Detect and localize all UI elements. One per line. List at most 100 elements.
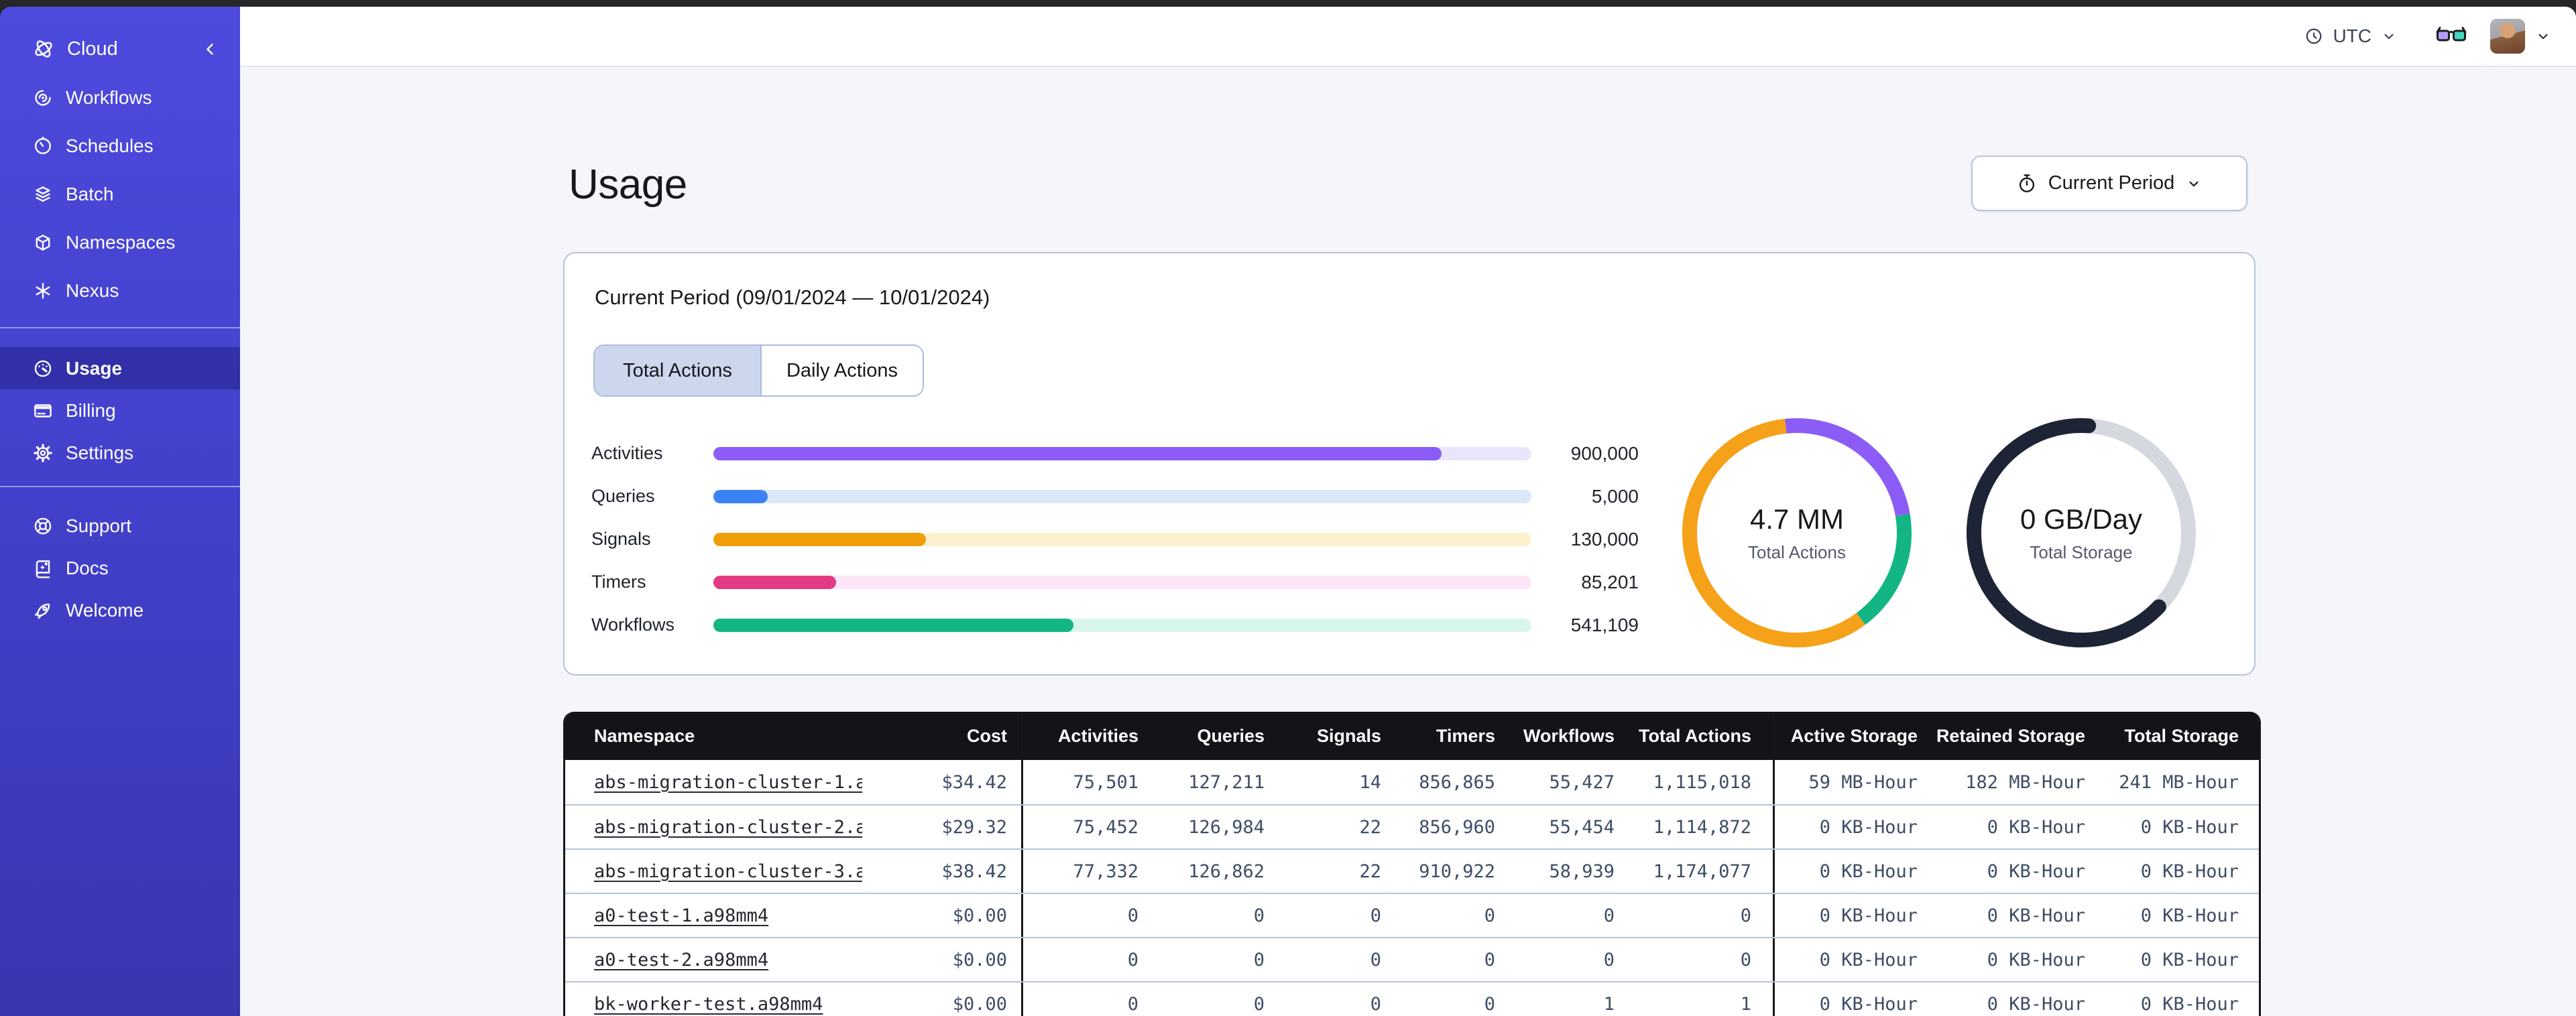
cell-namespace: a0-test-2.a98mm4 xyxy=(565,938,862,981)
column-header-cost: Cost xyxy=(862,712,1023,760)
bar-label: Activities xyxy=(591,443,663,463)
usage-bar-row-signals: Signals 130,000 xyxy=(565,528,1664,551)
cell-timers: 0 xyxy=(1484,993,1495,1015)
cell-total_storage: 0 KB-Hour xyxy=(2140,993,2239,1015)
cell-total_storage: 0 KB-Hour xyxy=(2140,816,2239,838)
column-header-active_storage: Active Storage xyxy=(1790,725,1918,746)
bar-track xyxy=(713,576,1531,589)
sidebar-item-support[interactable]: Support xyxy=(0,505,240,547)
table-row: a0-test-2.a98mm4 $0.00 0 0 0 0 0 0 0 KB-Hour 0 KB… xyxy=(565,937,2259,981)
cell-active_storage: 0 KB-Hour xyxy=(1819,816,1918,838)
sidebar: Cloud Workflows Schedules Batch Namespac… xyxy=(0,7,240,1016)
period-selector-button[interactable]: Current Period xyxy=(1971,155,2247,211)
cell-signals: 14 xyxy=(1359,771,1381,793)
sidebar-item-label: Batch xyxy=(66,184,114,204)
cell-retained_storage: 0 KB-Hour xyxy=(1987,949,2085,970)
namespace-link[interactable]: abs-migration-cluster-3.a98mm4 xyxy=(594,861,862,882)
timezone-selector[interactable]: UTC xyxy=(2304,25,2398,47)
sidebar-brand[interactable]: Cloud xyxy=(0,7,240,74)
cell-timers: 910,922 xyxy=(1419,861,1495,882)
cell-workflows: 55,427 xyxy=(1549,771,1615,793)
cell-workflows: 0 xyxy=(1603,949,1615,970)
cell-total_storage: 0 KB-Hour xyxy=(2140,861,2239,882)
cell-retained_storage: 0 KB-Hour xyxy=(1987,993,2085,1015)
table-header-row: Namespace Cost Activities Queries Signals Tim… xyxy=(565,712,2259,760)
column-header-total_actions: Total Actions xyxy=(1616,712,1775,760)
sidebar-item-label: Usage xyxy=(66,357,123,379)
bar-track xyxy=(713,490,1531,503)
sidebar-item-usage[interactable]: Usage xyxy=(0,347,240,389)
bar-fill xyxy=(713,619,1073,632)
nexus-icon xyxy=(32,279,54,302)
clock-icon xyxy=(2304,26,2324,46)
tab-daily-actions[interactable]: Daily Actions xyxy=(760,346,923,395)
usage-bar-row-workflows: Workflows 541,109 xyxy=(565,614,1664,637)
namespace-link[interactable]: a0-test-2.a98mm4 xyxy=(594,950,768,970)
user-avatar[interactable] xyxy=(2490,19,2525,54)
bar-label: Queries xyxy=(591,486,655,506)
cell-retained_storage: 0 KB-Hour xyxy=(1987,861,2085,882)
namespace-link[interactable]: abs-migration-cluster-1.a98mm4 xyxy=(594,772,862,793)
main-area: UTC Usage Current Period Current Period … xyxy=(240,7,2576,1016)
cell-activities: 75,501 xyxy=(1073,771,1138,793)
donut-value: 4.7 MM xyxy=(1749,503,1845,535)
usage-bar-row-timers: Timers 85,201 xyxy=(565,571,1664,594)
namespace-link[interactable]: abs-migration-cluster-2.a98mm4 xyxy=(594,817,862,838)
usage-icon xyxy=(32,357,54,380)
sidebar-item-label: Settings xyxy=(66,442,134,463)
content-area: Usage Current Period Current Period (09/… xyxy=(240,67,2576,1016)
batch-icon xyxy=(32,183,54,206)
chevron-left-icon[interactable] xyxy=(200,39,220,59)
cell-total_storage: 241 MB-Hour xyxy=(2119,771,2239,793)
cell-workflows: 55,454 xyxy=(1549,816,1615,838)
cell-timers: 856,865 xyxy=(1419,771,1495,793)
total-actions-donut: 4.7 MM Total Actions xyxy=(1678,414,1916,652)
schedules-icon xyxy=(32,135,54,157)
cell-signals: 0 xyxy=(1370,993,1381,1015)
chevron-down-icon xyxy=(2380,27,2398,45)
column-header-workflows: Workflows xyxy=(1523,725,1615,746)
sidebar-item-billing[interactable]: Billing xyxy=(0,389,240,432)
column-header-queries: Queries xyxy=(1197,725,1265,746)
cell-queries: 126,984 xyxy=(1188,816,1265,838)
glasses-icon[interactable] xyxy=(2435,25,2467,47)
bar-fill xyxy=(713,533,927,546)
bar-track xyxy=(713,619,1531,632)
namespace-link[interactable]: a0-test-1.a98mm4 xyxy=(594,905,768,926)
cell-signals: 22 xyxy=(1359,816,1381,838)
actions-tab-group: Total Actions Daily Actions xyxy=(593,344,924,397)
sidebar-item-batch[interactable]: Batch xyxy=(0,170,240,218)
cell-namespace: abs-migration-cluster-1.a98mm4 xyxy=(565,760,862,804)
bar-value: 5,000 xyxy=(1591,486,1639,507)
bar-fill xyxy=(713,447,1442,460)
sidebar-item-schedules[interactable]: Schedules xyxy=(0,122,240,170)
sidebar-item-nexus[interactable]: Nexus xyxy=(0,267,240,315)
cell-timers: 0 xyxy=(1484,949,1495,970)
sidebar-item-docs[interactable]: Docs xyxy=(0,547,240,589)
namespaces-icon xyxy=(32,231,54,254)
cell-workflows: 0 xyxy=(1603,905,1615,926)
cell-cost: $29.32 xyxy=(862,806,1023,848)
cell-total_storage: 0 KB-Hour xyxy=(2140,905,2239,926)
cell-retained_storage: 0 KB-Hour xyxy=(1987,905,2085,926)
bar-fill xyxy=(713,490,768,503)
cell-namespace: a0-test-1.a98mm4 xyxy=(565,894,862,937)
tab-total-actions[interactable]: Total Actions xyxy=(595,346,760,395)
cell-namespace: bk-worker-test.a98mm4 xyxy=(565,982,862,1016)
cell-cost: $0.00 xyxy=(862,982,1023,1016)
cell-retained_storage: 182 MB-Hour xyxy=(1965,771,2085,793)
sidebar-item-welcome[interactable]: Welcome xyxy=(0,589,240,631)
bar-label: Signals xyxy=(591,529,651,549)
cell-total_storage: 0 KB-Hour xyxy=(2140,949,2239,970)
period-selector-label: Current Period xyxy=(2048,172,2175,194)
bar-fill xyxy=(713,576,836,589)
usage-bar-row-queries: Queries 5,000 xyxy=(565,485,1664,508)
namespace-link[interactable]: bk-worker-test.a98mm4 xyxy=(594,994,823,1015)
sidebar-item-settings[interactable]: Settings xyxy=(0,432,240,474)
sidebar-item-workflows[interactable]: Workflows xyxy=(0,74,240,122)
column-header-retained_storage: Retained Storage xyxy=(1936,725,2085,746)
sidebar-item-namespaces[interactable]: Namespaces xyxy=(0,218,240,267)
table-row: bk-worker-test.a98mm4 $0.00 0 0 0 0 1 1 0 KB-Hou… xyxy=(565,981,2259,1016)
chevron-down-icon[interactable] xyxy=(2534,27,2552,45)
topbar: UTC xyxy=(240,7,2576,67)
